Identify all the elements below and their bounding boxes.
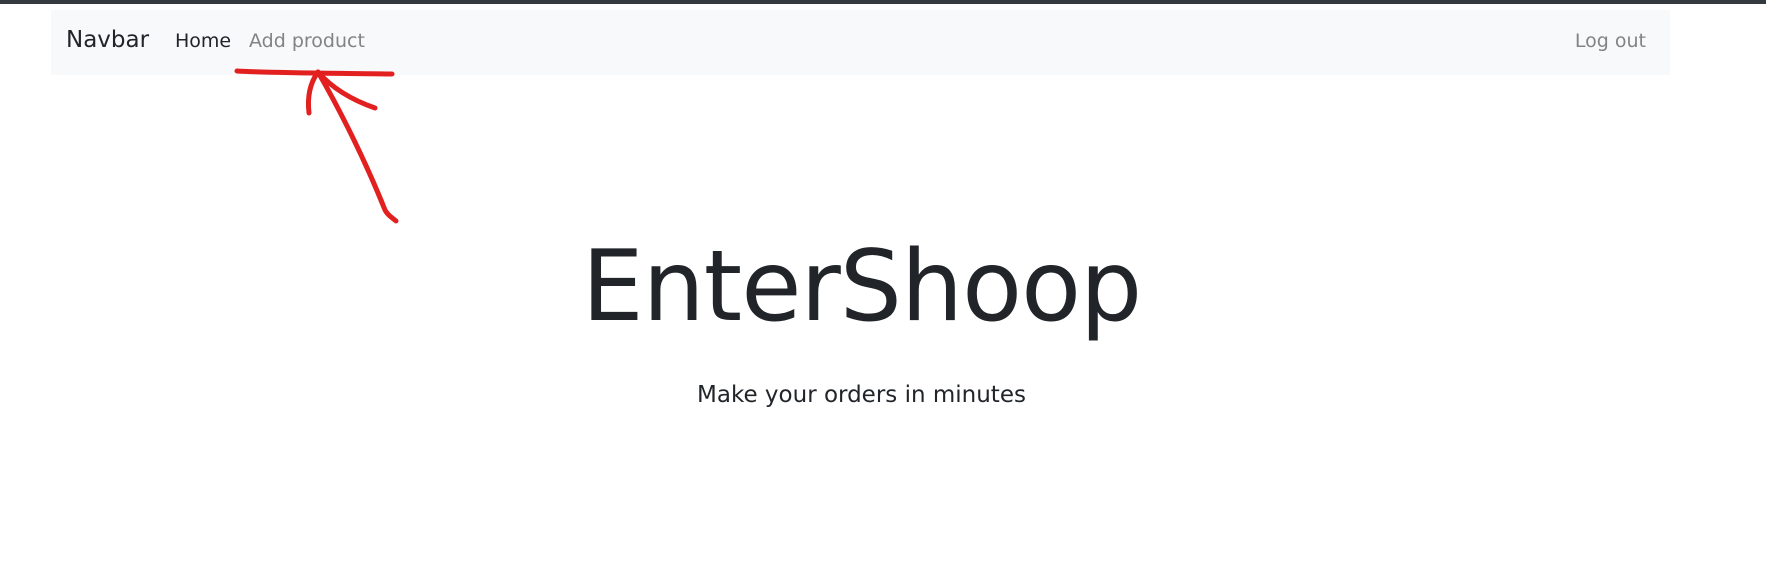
navbar: Navbar Home Add product Log out — [51, 10, 1670, 75]
annotation-arrow-head-left — [305, 69, 321, 116]
annotation-arrow-head-right — [315, 69, 378, 111]
navbar-brand[interactable]: Navbar — [66, 26, 149, 54]
hero-title: EnterShoop — [581, 230, 1142, 344]
nav-link-add-product[interactable]: Add product — [249, 30, 365, 53]
annotation-arrow-shaft — [315, 69, 399, 224]
hero-subtitle: Make your orders in minutes — [697, 382, 1026, 408]
nav-link-log-out[interactable]: Log out — [1575, 30, 1646, 53]
window-top-border — [0, 0, 1766, 4]
nav-link-home[interactable]: Home — [175, 30, 231, 53]
